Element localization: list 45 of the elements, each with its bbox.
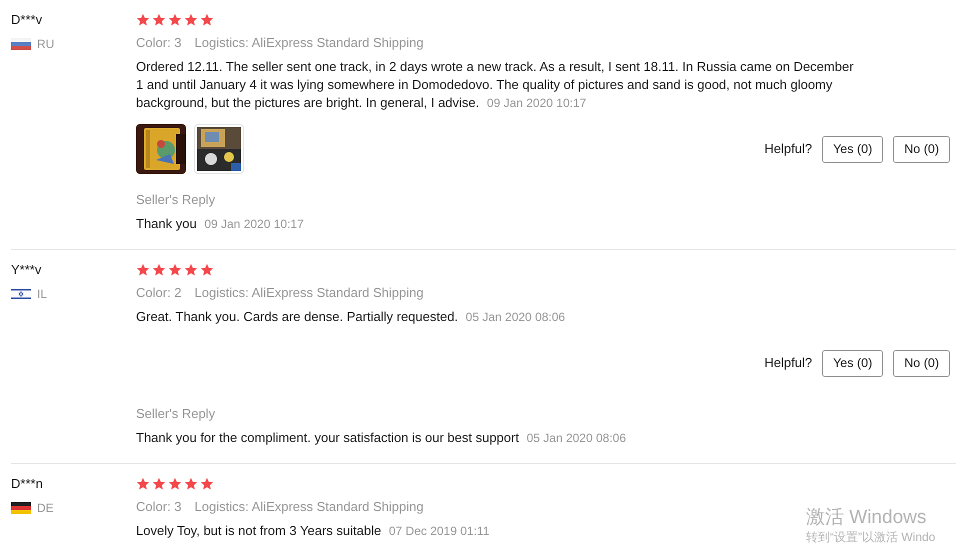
star-icon <box>136 13 150 27</box>
logistics-info: Logistics: AliExpress Standard Shipping <box>194 498 424 516</box>
helpful-label: Helpful? <box>764 354 812 372</box>
flag-icon <box>11 38 31 50</box>
reply-text: Thank you 09 Jan 2020 10:17 <box>136 215 304 233</box>
star-icon <box>152 13 166 27</box>
star-icon <box>168 13 182 27</box>
flag-icon <box>11 288 31 300</box>
no-button[interactable]: No (0) <box>893 136 950 162</box>
yes-button[interactable]: Yes (0) <box>822 350 884 376</box>
star-icon <box>200 477 214 491</box>
reviewer-name: D***v <box>11 11 44 29</box>
star-icon <box>184 13 198 27</box>
activation-subtitle: 转到“设置”以激活 Windo <box>806 530 936 544</box>
star-icon <box>168 477 182 491</box>
activation-title: 激活 Windows <box>806 506 928 530</box>
star-icon <box>184 263 198 277</box>
logistics-info: Logistics: AliExpress Standard Shipping <box>194 34 424 52</box>
color-option: Color: 3 <box>136 34 182 52</box>
reviewer-name: Y***v <box>11 261 42 279</box>
helpful-label: Helpful? <box>764 140 812 158</box>
reply-label: Seller's Reply <box>136 191 216 209</box>
color-option: Color: 3 <box>136 498 182 516</box>
color-option: Color: 2 <box>136 284 182 302</box>
country-code: IL <box>37 286 48 302</box>
star-icon <box>136 477 150 491</box>
star-icon <box>152 263 166 277</box>
country-code: DE <box>37 500 54 516</box>
review-text: Great. Thank you. Cards are dense. Partially requested. 05 Jan 2020 08:06 <box>136 308 566 326</box>
country-code: RU <box>37 36 54 52</box>
reviewer-name: D***n <box>11 475 44 493</box>
star-icon <box>152 477 166 491</box>
reply-text: Thank you for the compliment. your satisfaction is our best support 05 Jan 2020 08:06 <box>136 429 626 447</box>
star-icon <box>184 477 198 491</box>
no-button[interactable]: No (0) <box>893 350 950 376</box>
yes-button[interactable]: Yes (0) <box>822 136 884 162</box>
star-icon <box>136 263 150 277</box>
star-icon <box>200 263 214 277</box>
logistics-info: Logistics: AliExpress Standard Shipping <box>194 284 424 302</box>
star-icon <box>200 13 214 27</box>
review-text: Lovely Toy, but is not from 3 Years suitable 07 Dec 2019 01:11 <box>136 522 490 540</box>
flag-icon <box>11 502 31 514</box>
star-icon <box>168 263 182 277</box>
reply-label: Seller's Reply <box>136 405 216 423</box>
review-text: Ordered 12.11. The seller sent one track, in 2 days wrote a new track. As a result, I sent 18.11. In Russia came on December 1 and until January 4 it was lying somewhere in Domodedovo. The quality of pictures and sand is good, not much gloomy background, but the pictures are bright. In general, I advise. 09 Jan 2020 10:17 <box>136 58 855 112</box>
